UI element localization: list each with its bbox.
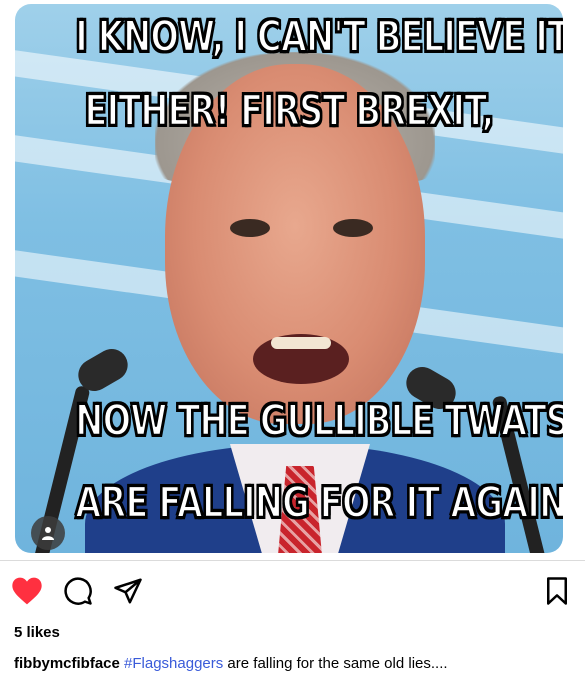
comment-button[interactable]: [61, 574, 95, 608]
post-image[interactable]: I KNOW, I CAN'T BELIEVE IT EITHER! FIRST…: [15, 4, 563, 553]
caption-text: are falling for the same old lies....: [223, 655, 448, 672]
left-eye-shape: [230, 219, 270, 237]
post-media-frame: I KNOW, I CAN'T BELIEVE IT EITHER! FIRST…: [0, 0, 585, 561]
teeth-shape: [271, 337, 331, 349]
share-button[interactable]: [111, 574, 145, 608]
meme-caption-bottom-line-2: ARE FALLING FOR IT AGAIN!: [74, 477, 563, 530]
bookmark-icon: [547, 577, 567, 605]
meme-caption-bottom-line-1: NOW THE GULLIBLE TWATS: [74, 395, 563, 448]
post-caption: fibbymcfibface #Flagshaggers are falling…: [14, 655, 448, 672]
caption-hashtag[interactable]: #Flagshaggers: [124, 655, 223, 672]
heart-filled-icon: [12, 577, 42, 605]
post-actions-bar: [0, 574, 585, 610]
send-icon: [114, 578, 142, 604]
save-button[interactable]: [540, 574, 574, 608]
right-eye-shape: [333, 219, 373, 237]
meme-caption-top-line-2: EITHER! FIRST BREXIT,: [83, 85, 495, 138]
like-button[interactable]: [10, 574, 44, 608]
person-icon: [42, 527, 54, 540]
caption-username[interactable]: fibbymcfibface: [14, 655, 120, 672]
comment-icon: [64, 577, 92, 605]
tagged-users-button[interactable]: [31, 516, 65, 550]
likes-count[interactable]: 5 likes: [14, 624, 60, 641]
meme-caption-top-line-1: I KNOW, I CAN'T BELIEVE IT: [74, 11, 563, 64]
